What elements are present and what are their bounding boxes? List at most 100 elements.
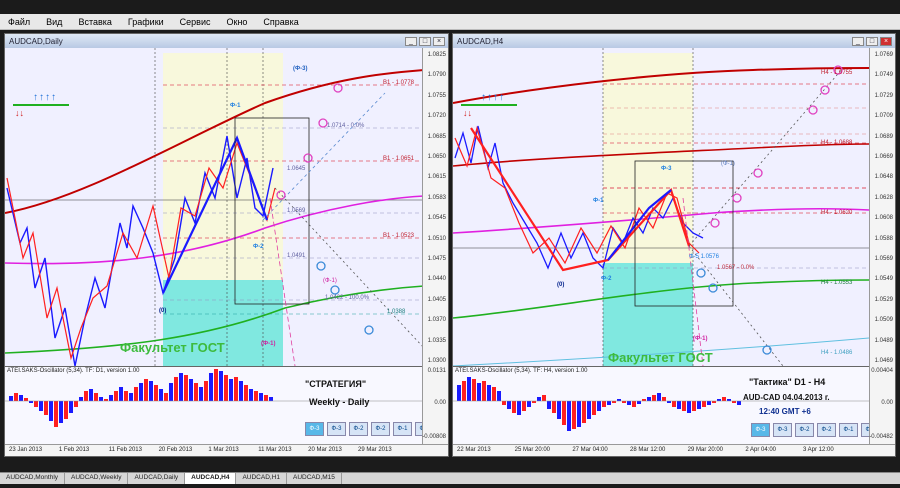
phi-button[interactable]: Ф-3 xyxy=(305,422,324,436)
oscillator-bar xyxy=(622,401,626,403)
fib-level-3: 1.0422 - 100.0% xyxy=(325,295,370,301)
date-tick: 29 Mar 2013 xyxy=(358,447,392,453)
date-tick: 11 Mar 2013 xyxy=(258,447,292,453)
oscillator-bar xyxy=(239,381,243,401)
price-chart-h4[interactable]: ↑↑↑↑ ↓↓ Ф-3 Ф-1 Ф-2 (0) (Ф-1) (Ф-1) H4 -… xyxy=(453,48,869,366)
oscillator-axis: 0.0131 0.00 -0.00808 xyxy=(422,366,448,444)
chart-tab[interactable]: AUDCAD,H1 xyxy=(236,473,288,484)
menu-item[interactable]: Окно xyxy=(219,17,256,27)
chart-tab[interactable]: AUDCAD,Monthly xyxy=(0,473,66,484)
window-title: AUDCAD,H4 xyxy=(457,36,504,46)
oscillator-bar xyxy=(144,379,148,401)
oscillator-bar xyxy=(54,401,58,427)
oscillator-bar xyxy=(104,399,108,401)
oscillator-bar xyxy=(159,389,163,401)
menu-item[interactable]: Вид xyxy=(38,17,70,27)
price-tick: 1.0755 xyxy=(427,92,446,99)
chart-tab[interactable]: AUDCAD,M15 xyxy=(287,473,342,484)
fib-level-5: 1.0645 xyxy=(287,166,306,172)
level-b1c: B1 - 1.0523 xyxy=(383,233,415,239)
menu-item[interactable]: Файл xyxy=(0,17,38,27)
trend-down-arrows-icon: ↓↓ xyxy=(15,108,24,118)
oscillator-bar xyxy=(49,401,53,421)
oscillator-bar xyxy=(572,401,576,429)
phi-button[interactable]: Ф-2 xyxy=(817,423,836,437)
oscillator-bar xyxy=(507,401,511,409)
wave-label-zero: (0) xyxy=(159,308,167,314)
window-title-bar[interactable]: AUDCAD,Daily _ □ × xyxy=(5,34,448,48)
oscillator-bar xyxy=(612,401,616,403)
menu-item[interactable]: Графики xyxy=(120,17,172,27)
wave-label-phi1: Ф-1 xyxy=(230,103,241,109)
price-tick: 1.0790 xyxy=(427,72,446,79)
minimize-button[interactable]: _ xyxy=(852,36,864,46)
date-tick: 1 Mar 2013 xyxy=(208,447,239,453)
oscillator-bar xyxy=(677,401,681,409)
phi-button[interactable]: Ф-1 xyxy=(861,423,869,437)
price-axis: 1.0769 1.0749 1.0729 1.0709 1.0689 1.0669 1.06… xyxy=(869,48,895,366)
pair-date: AUD-CAD 04.04.2013 г. xyxy=(743,393,830,402)
window-title-bar[interactable]: AUDCAD,H4 _ □ × xyxy=(453,34,895,48)
wave-label-m1b: (Ф-1) xyxy=(693,336,708,342)
osc-axis-bottom: -0.00808 xyxy=(422,434,446,440)
oscillator-bar xyxy=(497,391,501,401)
fib-level-4: 1.0388 xyxy=(387,309,406,315)
close-button[interactable]: × xyxy=(433,36,445,46)
phi-button[interactable]: Ф-3 xyxy=(751,423,770,437)
oscillator-bar xyxy=(179,373,183,401)
phi-button[interactable]: Ф-1 xyxy=(839,423,858,437)
oscillator-bar xyxy=(517,401,521,415)
trend-bar xyxy=(461,104,517,106)
osc-axis-mid: 0.00 xyxy=(881,400,893,406)
menu-item[interactable]: Сервис xyxy=(172,17,219,27)
date-axis: 22 Mar 2013 25 Mar 20:00 27 Mar 04:00 28 Ma… xyxy=(453,444,895,456)
oscillator-bar xyxy=(597,401,601,411)
phi-button[interactable]: Ф-3 xyxy=(773,423,792,437)
level-h4c: H4 - 1.0620 xyxy=(821,210,853,216)
price-tick: 1.0749 xyxy=(874,72,893,79)
oscillator-bar xyxy=(119,387,123,401)
phi-button[interactable]: Ф-3 xyxy=(327,422,346,436)
oscillator-bar xyxy=(492,387,496,401)
price-tick: 1.0689 xyxy=(874,133,893,140)
minimize-button[interactable]: _ xyxy=(405,36,417,46)
oscillator-bar xyxy=(537,397,541,401)
oscillator-bar xyxy=(672,401,676,407)
oscillator-bar xyxy=(542,395,546,401)
menu-item[interactable]: Вставка xyxy=(70,17,119,27)
chart-window-daily[interactable]: AUDCAD,Daily _ □ × ↑↑↑↑ ↓↓ (Ф-3) Ф-1 Ф-2… xyxy=(4,33,449,457)
price-tick: 1.0489 xyxy=(874,337,893,344)
chart-window-h4[interactable]: AUDCAD,H4 _ □ × ↑↑↑↑ ↓↓ Ф-3 Ф-1 Ф-2 (0) … xyxy=(452,33,896,457)
phi-button[interactable]: Ф-2 xyxy=(349,422,368,436)
close-button[interactable]: × xyxy=(880,36,892,46)
chart-tabs: AUDCAD,Monthly AUDCAD,Weekly AUDCAD,Daily A… xyxy=(0,472,900,484)
date-tick: 27 Mar 04:00 xyxy=(572,447,608,453)
oscillator-bar xyxy=(722,397,726,401)
price-chart-daily[interactable]: ↑↑↑↑ ↓↓ (Ф-3) Ф-1 Ф-2 (0) (Ф-1) (Ф-1) B1… xyxy=(5,48,424,366)
oscillator-panel[interactable]: ATEI.SAKS-Oscillator (5,34). TF: D1, ver… xyxy=(5,366,424,444)
chart-tab[interactable]: AUDCAD,Daily xyxy=(128,473,186,484)
price-tick: 1.0469 xyxy=(874,358,893,364)
price-chart-canvas xyxy=(5,48,424,366)
maximize-button[interactable]: □ xyxy=(419,36,431,46)
menu-item[interactable]: Справка xyxy=(255,17,306,27)
oscillator-bar xyxy=(717,399,721,401)
oscillator-panel[interactable]: ATEI.SAKS-Oscillator (5,34). TF: H4, ver… xyxy=(453,366,869,444)
oscillator-bar xyxy=(129,393,133,401)
oscillator-bar xyxy=(184,375,188,401)
maximize-button[interactable]: □ xyxy=(866,36,878,46)
oscillator-bar xyxy=(562,401,566,425)
oscillator-bar xyxy=(269,397,273,401)
wave-label-phi3: Ф-3 xyxy=(661,166,672,172)
price-tick: 1.0583 xyxy=(427,194,446,201)
phi-button[interactable]: Ф-2 xyxy=(371,422,390,436)
oscillator-bar xyxy=(602,401,606,407)
oscillator-bar xyxy=(94,393,98,401)
phi-button[interactable]: Ф-1 xyxy=(393,422,412,436)
price-tick: 1.0370 xyxy=(427,317,446,324)
chart-tab[interactable]: AUDCAD,H4 xyxy=(185,473,237,484)
phi-button-group: Ф-3Ф-3Ф-2Ф-2Ф-1Ф-1 xyxy=(751,423,869,437)
chart-tab[interactable]: AUDCAD,Weekly xyxy=(65,473,129,484)
phi-button[interactable]: Ф-2 xyxy=(795,423,814,437)
oscillator-bar xyxy=(627,401,631,405)
